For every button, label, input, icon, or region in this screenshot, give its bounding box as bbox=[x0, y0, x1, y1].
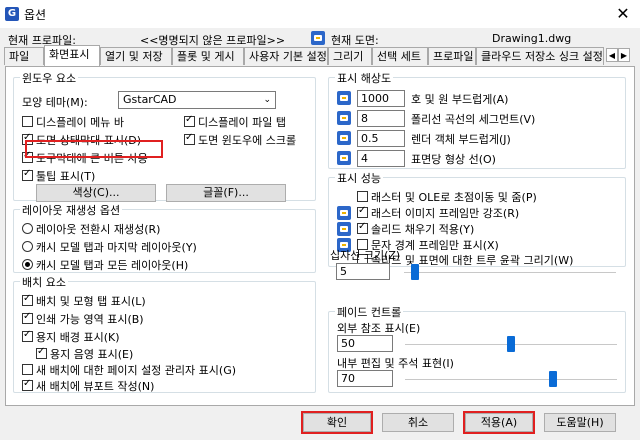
page-setup-manager-checkbox[interactable] bbox=[22, 364, 33, 375]
inplace-fade-input[interactable]: 70 bbox=[337, 370, 393, 387]
resolution-polyline-icon bbox=[337, 111, 351, 125]
resolution-render-icon bbox=[337, 131, 351, 145]
render-smoothness-input[interactable]: 0.5 bbox=[357, 130, 405, 147]
cancel-button[interactable]: 취소 bbox=[382, 413, 454, 432]
help-button[interactable]: 도움말(H) bbox=[544, 413, 616, 432]
layout-regen-title: 레이아웃 재생성 옵션 bbox=[20, 202, 123, 218]
inplace-fade-slider-thumb[interactable] bbox=[549, 371, 558, 387]
title-bar bbox=[0, 0, 640, 28]
resolution-arc-icon bbox=[337, 91, 351, 105]
arc-smoothness-input[interactable]: 1000 bbox=[357, 90, 405, 107]
layout-tabs-checkbox[interactable] bbox=[22, 293, 33, 306]
crosshair-slider-thumb[interactable] bbox=[410, 264, 419, 280]
ok-button-highlight bbox=[301, 411, 373, 434]
file-tabs-checkbox[interactable] bbox=[184, 114, 195, 127]
tab-selection[interactable]: 선택 세트 bbox=[372, 47, 428, 65]
crosshair-group: 십자선 크기(Z) 5 bbox=[328, 245, 626, 280]
printable-area-checkbox[interactable] bbox=[22, 311, 33, 324]
tab-display[interactable]: 화면표시 bbox=[44, 45, 100, 66]
paper-shadow-label: 용지 음영 표시(E) bbox=[50, 348, 134, 361]
large-buttons-highlight bbox=[25, 140, 163, 158]
solid-fill-icon bbox=[337, 222, 351, 236]
polyline-segments-input[interactable]: 8 bbox=[357, 110, 405, 127]
create-viewport-label: 새 배치에 뷰포트 작성(N) bbox=[36, 380, 155, 393]
xref-fade-label: 외부 참조 표시(E) bbox=[337, 322, 421, 335]
printable-area-label: 인쇄 가능 영역 표시(B) bbox=[36, 313, 144, 326]
menu-bar-label: 디스플레이 메뉴 바 bbox=[36, 116, 124, 129]
tab-cloud-sync[interactable]: 클라우드 저장소 싱크 설정 bbox=[476, 47, 604, 65]
layout-tabs-label: 배치 및 모형 탭 표시(L) bbox=[36, 295, 146, 308]
paper-shadow-checkbox[interactable] bbox=[36, 346, 47, 359]
polyline-segments-label: 폴리선 곡선의 세그먼트(V) bbox=[411, 113, 536, 126]
paper-background-checkbox[interactable] bbox=[22, 329, 33, 342]
tab-profiles[interactable]: 프로파일 bbox=[428, 47, 476, 65]
tab-user-preferences[interactable]: 사용자 기본 설정 bbox=[244, 47, 328, 65]
window-elements-group: 윈도우 요소 모양 테마(M): GstarCAD ⌄ 디스플레이 메뉴 바 디… bbox=[13, 70, 316, 202]
tab-scroll-left-icon[interactable]: ◀ bbox=[606, 48, 618, 62]
fonts-button[interactable]: 글꼴(F)... bbox=[166, 184, 286, 202]
raster-frame-icon bbox=[337, 206, 351, 220]
crosshair-size-input[interactable]: 5 bbox=[336, 263, 390, 280]
cache-all-layouts-radio[interactable] bbox=[22, 259, 33, 270]
raster-pan-zoom-checkbox[interactable] bbox=[357, 191, 368, 202]
inplace-fade-slider-track bbox=[405, 379, 617, 380]
cache-all-layouts-label: 캐시 모델 탭과 모든 레이아웃(H) bbox=[36, 259, 189, 272]
page-setup-manager-label: 새 배치에 대한 페이지 설정 관리자 표시(G) bbox=[36, 364, 237, 377]
tab-open-save[interactable]: 열기 및 저장 bbox=[100, 47, 172, 65]
display-tab-panel: 윈도우 요소 모양 테마(M): GstarCAD ⌄ 디스플레이 메뉴 바 디… bbox=[5, 66, 635, 406]
chevron-down-icon: ⌄ bbox=[263, 95, 271, 105]
raster-frame-label: 래스터 이미지 프레임만 강조(R) bbox=[371, 207, 520, 220]
tab-scroll-right-icon[interactable]: ▶ bbox=[618, 48, 630, 62]
app-logo-icon: G bbox=[5, 7, 19, 21]
theme-value: GstarCAD bbox=[123, 93, 177, 106]
render-smoothness-label: 렌더 객체 부드럽게(J) bbox=[411, 133, 511, 146]
close-icon[interactable]: ✕ bbox=[612, 3, 634, 25]
theme-label: 모양 테마(M): bbox=[22, 96, 88, 109]
solid-fill-label: 솔리드 채우기 적용(Y) bbox=[371, 223, 475, 236]
scrollbars-label: 도면 윈도우에 스크롤 bbox=[198, 134, 297, 147]
tab-plot-publish[interactable]: 플롯 및 게시 bbox=[172, 47, 244, 65]
display-performance-title: 표시 성능 bbox=[335, 170, 383, 186]
drawing-value: Drawing1.dwg bbox=[492, 32, 572, 45]
file-tabs-label: 디스플레이 파일 탭 bbox=[198, 116, 286, 129]
regen-on-switch-label: 레이아웃 전환시 재생성(R) bbox=[36, 223, 161, 236]
paper-background-label: 용지 배경 표시(K) bbox=[36, 331, 120, 344]
arc-smoothness-label: 호 및 원 부드럽게(A) bbox=[411, 93, 509, 106]
layout-elements-group: 배치 요소 배치 및 모형 탭 표시(L) 인쇄 가능 영역 표시(B) 용지 … bbox=[13, 274, 316, 393]
fade-control-title: 페이드 컨트롤 bbox=[335, 304, 404, 320]
crosshair-title: 십자선 크기(Z) bbox=[330, 249, 401, 262]
tab-files[interactable]: 파일 bbox=[4, 47, 44, 65]
display-resolution-group: 표시 해상도 1000 호 및 원 부드럽게(A) 8 폴리선 곡선의 세그먼트… bbox=[328, 70, 626, 169]
xref-fade-slider-thumb[interactable] bbox=[507, 336, 515, 352]
create-viewport-checkbox[interactable] bbox=[22, 378, 33, 391]
colors-button[interactable]: 색상(C)... bbox=[36, 184, 156, 202]
drawing-icon bbox=[311, 31, 325, 45]
fade-control-group: 페이드 컨트롤 외부 참조 표시(E) 50 내부 편집 및 주석 표현(I) … bbox=[328, 304, 626, 393]
crosshair-slider-track bbox=[404, 272, 616, 273]
raster-frame-checkbox[interactable] bbox=[357, 205, 368, 218]
tooltips-checkbox[interactable] bbox=[22, 168, 33, 181]
cache-last-layout-radio[interactable] bbox=[22, 241, 33, 252]
display-resolution-title: 표시 해상도 bbox=[335, 70, 394, 86]
tooltips-label: 툴팁 표시(T) bbox=[36, 170, 96, 183]
window-elements-title: 윈도우 요소 bbox=[20, 70, 79, 86]
menu-bar-checkbox[interactable] bbox=[22, 116, 33, 127]
raster-pan-zoom-label: 래스터 및 OLE로 초점이동 및 줌(P) bbox=[371, 191, 537, 204]
solid-fill-checkbox[interactable] bbox=[357, 221, 368, 234]
cache-last-layout-label: 캐시 모델 탭과 마지막 레이아웃(Y) bbox=[36, 241, 197, 254]
contour-lines-label: 표면당 형상 선(O) bbox=[411, 153, 496, 166]
tab-strip: 파일 화면표시 열기 및 저장 플롯 및 게시 사용자 기본 설정 그리기 선택… bbox=[4, 45, 634, 66]
apply-button-highlight bbox=[463, 411, 535, 434]
layout-elements-title: 배치 요소 bbox=[20, 274, 68, 290]
xref-fade-input[interactable]: 50 bbox=[337, 335, 393, 352]
theme-select[interactable]: GstarCAD ⌄ bbox=[118, 91, 276, 109]
window-title: 옵션 bbox=[24, 8, 47, 22]
layout-regen-group: 레이아웃 재생성 옵션 레이아웃 전환시 재생성(R) 캐시 모델 탭과 마지막… bbox=[13, 202, 316, 273]
resolution-contour-icon bbox=[337, 151, 351, 165]
inplace-fade-label: 내부 편집 및 주석 표현(I) bbox=[337, 357, 454, 370]
tab-drafting[interactable]: 그리기 bbox=[328, 47, 372, 65]
regen-on-switch-radio[interactable] bbox=[22, 223, 33, 234]
contour-lines-input[interactable]: 4 bbox=[357, 150, 405, 167]
scrollbars-checkbox[interactable] bbox=[184, 132, 195, 145]
